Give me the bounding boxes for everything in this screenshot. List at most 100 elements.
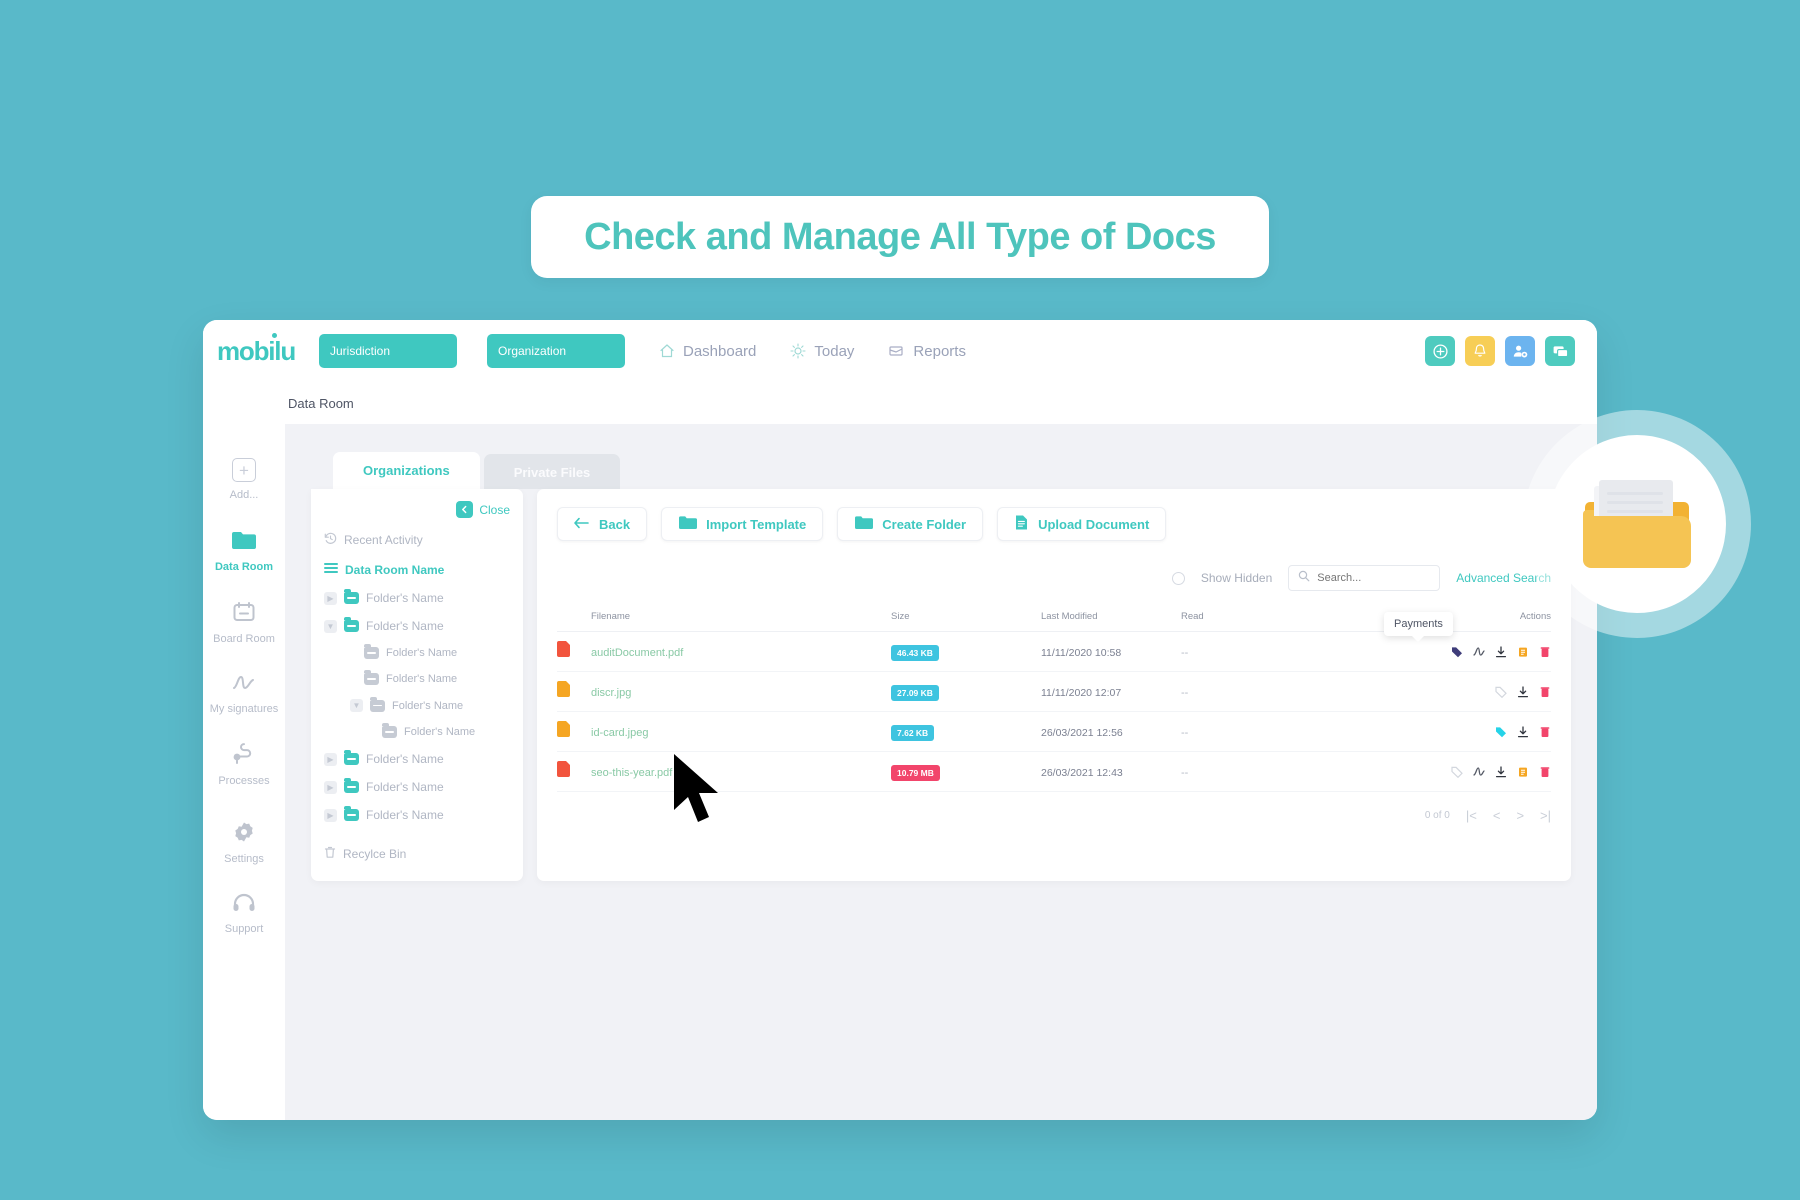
nav-dashboard[interactable]: Dashboard: [659, 343, 756, 360]
prev-page-button[interactable]: <: [1493, 808, 1501, 823]
tree-node-recycle-bin[interactable]: Recylce Bin: [324, 846, 510, 862]
sidebar-item-board-room[interactable]: Board Room: [203, 601, 285, 645]
delete-icon[interactable]: [1539, 646, 1551, 658]
delete-icon[interactable]: [1539, 766, 1551, 778]
first-page-button[interactable]: |<: [1466, 808, 1477, 823]
search-box[interactable]: [1288, 565, 1441, 591]
tree-label: Recylce Bin: [343, 847, 407, 861]
tree-node-data-room-name[interactable]: Data Room Name: [324, 562, 510, 577]
notifications-button[interactable]: [1465, 336, 1495, 366]
create-folder-button[interactable]: Create Folder: [837, 507, 984, 541]
table-row[interactable]: discr.jpg 27.09 KB 11/11/2020 12:07 --: [557, 671, 1551, 712]
actions-cell: [1341, 711, 1551, 752]
back-label: Back: [599, 516, 631, 532]
size-badge: 46.43 KB: [891, 644, 939, 661]
next-page-button[interactable]: >: [1516, 808, 1524, 823]
delete-icon[interactable]: [1539, 726, 1551, 738]
upload-document-label: Upload Document: [1038, 516, 1150, 532]
file-link[interactable]: seo-this-year.pdf: [591, 767, 672, 779]
filename-cell[interactable]: discr.jpg: [591, 671, 891, 712]
show-hidden-toggle[interactable]: [1171, 571, 1185, 585]
chevron-down-icon[interactable]: ▼: [350, 699, 363, 712]
tree-node-subfolder-4[interactable]: Folder's Name: [324, 723, 510, 738]
sidebar-label-settings: Settings: [224, 853, 264, 865]
headline-banner: Check and Manage All Type of Docs: [531, 196, 1269, 278]
tag-icon[interactable]: [1451, 646, 1463, 658]
user-settings-button[interactable]: [1505, 336, 1535, 366]
folder-icon: [364, 644, 379, 659]
tree-node-folder-5[interactable]: ▶ Folder's Name: [324, 806, 510, 822]
sidebar-item-support[interactable]: Support: [203, 893, 285, 935]
file-link[interactable]: id-card.jpeg: [591, 727, 648, 739]
tag-icon[interactable]: [1495, 686, 1507, 698]
table-row[interactable]: id-card.jpeg 7.62 KB 26/03/2021 12:56 --: [557, 711, 1551, 752]
tree-node-folder-2[interactable]: ▼ Folder's Name: [324, 617, 510, 633]
back-button[interactable]: Back: [557, 507, 648, 541]
clipboard-icon[interactable]: [1517, 766, 1529, 778]
tag-icon[interactable]: [1495, 726, 1507, 738]
top-bar: mobilu Jurisdiction Organization Dashboa…: [203, 320, 1597, 382]
tree-node-folder-1[interactable]: ▶ Folder's Name: [324, 589, 510, 605]
tree-node-folder-4[interactable]: ▶ Folder's Name: [324, 778, 510, 794]
download-icon[interactable]: [1495, 765, 1507, 778]
menu-lines-icon: [324, 562, 338, 577]
download-icon[interactable]: [1495, 645, 1507, 658]
signature-icon[interactable]: [1473, 766, 1485, 778]
chevron-right-icon[interactable]: ▶: [324, 752, 337, 766]
arrow-left-icon: [574, 517, 590, 532]
jurisdiction-selector[interactable]: Jurisdiction: [319, 334, 457, 368]
folder-icon: [854, 515, 874, 533]
close-label: Close: [479, 502, 510, 517]
chevron-down-icon[interactable]: ▼: [324, 619, 337, 633]
nav-reports[interactable]: Reports: [888, 343, 966, 360]
filename-cell[interactable]: id-card.jpeg: [591, 711, 891, 752]
chevron-right-icon[interactable]: ▶: [324, 808, 337, 822]
headset-icon: [232, 893, 256, 916]
search-input[interactable]: [1317, 572, 1431, 584]
filename-cell[interactable]: auditDocument.pdf: [591, 631, 891, 672]
tree-label: Recent Activity: [344, 533, 423, 547]
download-icon[interactable]: [1517, 685, 1529, 698]
import-template-button[interactable]: Import Template: [661, 507, 824, 541]
clipboard-icon[interactable]: [1517, 646, 1529, 658]
add-button[interactable]: [1425, 336, 1455, 366]
delete-icon[interactable]: [1539, 686, 1551, 698]
tab-organizations[interactable]: Organizations: [333, 452, 480, 489]
tree-node-subfolder-2[interactable]: Folder's Name: [324, 670, 510, 685]
last-page-button[interactable]: >|: [1540, 808, 1551, 823]
plus-square-icon: +: [232, 458, 256, 482]
filename-cell[interactable]: seo-this-year.pdf: [591, 751, 891, 792]
tree-node-folder-3[interactable]: ▶ Folder's Name: [324, 750, 510, 766]
sidebar-item-add[interactable]: + Add...: [203, 458, 285, 501]
sidebar-item-settings[interactable]: Settings: [203, 821, 285, 865]
tag-icon[interactable]: [1451, 766, 1463, 778]
app-logo[interactable]: mobilu: [217, 332, 309, 367]
tab-private-files[interactable]: Private Files: [483, 454, 621, 489]
messages-button[interactable]: [1545, 336, 1575, 366]
folder-icon: [678, 515, 698, 533]
organization-selector[interactable]: Organization: [487, 334, 625, 368]
sidebar-item-my-signatures[interactable]: My signatures: [203, 673, 285, 715]
gear-icon: [233, 821, 255, 846]
file-type-cell: [557, 751, 591, 792]
sidebar-item-data-room[interactable]: Data Room: [203, 529, 285, 573]
file-type-cell: [557, 711, 591, 752]
chevron-right-icon[interactable]: ▶: [324, 591, 337, 605]
sun-icon: [790, 343, 806, 359]
tree-node-recent-activity[interactable]: Recent Activity: [324, 532, 510, 548]
download-icon[interactable]: [1517, 725, 1529, 738]
close-tree-button[interactable]: Close: [324, 501, 510, 518]
table-row[interactable]: auditDocument.pdf 46.43 KB 11/11/2020 10…: [557, 631, 1551, 672]
file-link[interactable]: discr.jpg: [591, 687, 631, 699]
sidebar-item-processes[interactable]: Processes: [203, 743, 285, 787]
tree-node-subfolder-3[interactable]: ▼ Folder's Name: [324, 696, 510, 712]
upload-document-button[interactable]: Upload Document: [997, 507, 1167, 541]
folder-icon: [344, 806, 359, 821]
nav-today[interactable]: Today: [790, 343, 854, 360]
chevron-right-icon[interactable]: ▶: [324, 780, 337, 794]
file-link[interactable]: auditDocument.pdf: [591, 647, 683, 659]
pagination-count: 0 of 0: [1424, 810, 1450, 821]
tree-node-subfolder-1[interactable]: Folder's Name: [324, 644, 510, 659]
signature-icon[interactable]: [1473, 646, 1485, 658]
modified-cell: 11/11/2020 12:07: [1041, 671, 1181, 712]
